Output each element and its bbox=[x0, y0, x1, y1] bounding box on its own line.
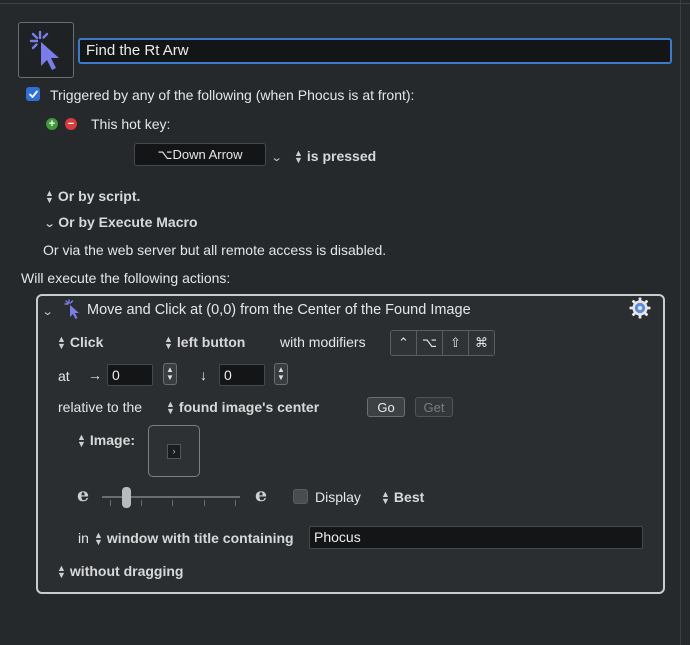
or-by-execute-macro-label: Or by Execute Macro bbox=[58, 214, 198, 230]
right-arrow-icon: → bbox=[88, 367, 102, 383]
hotkey-condition-label: is pressed bbox=[306, 148, 377, 164]
modifier-shift-button[interactable]: ⇧ bbox=[443, 331, 469, 355]
image-label: Image: bbox=[89, 432, 136, 448]
best-label: Best bbox=[393, 489, 425, 505]
image-well[interactable]: › bbox=[148, 425, 200, 477]
relative-to-value: found image's center bbox=[178, 399, 320, 415]
web-server-note: Or via the web server but all remote acc… bbox=[43, 242, 387, 258]
fuzz-slider-thumb[interactable] bbox=[122, 487, 131, 508]
trigger-checkbox[interactable] bbox=[26, 87, 40, 101]
relative-to-popup[interactable]: ▲ ▼ found image's center bbox=[166, 399, 320, 417]
with-modifiers-label: with modifiers bbox=[280, 334, 366, 350]
hotkey-label: This hot key: bbox=[91, 116, 171, 132]
get-button[interactable]: Get bbox=[415, 397, 453, 417]
up-down-arrows-icon: ▲ ▼ bbox=[164, 334, 173, 352]
up-down-arrows-icon: ▲ ▼ bbox=[381, 489, 390, 507]
checkmark-icon bbox=[28, 90, 38, 98]
chevron-down-icon[interactable]: ⌄ bbox=[271, 148, 283, 164]
click-type-label: Click bbox=[69, 334, 104, 350]
or-by-script-disclosure[interactable]: ▲ ▼ Or by script. bbox=[45, 188, 141, 206]
modifier-option-button[interactable]: ⌥ bbox=[417, 331, 443, 355]
trigger-label: Triggered by any of the following (when … bbox=[50, 87, 415, 103]
slider-tick bbox=[204, 500, 205, 506]
fuzz-high-icon: e bbox=[255, 484, 268, 506]
mouse-button-label: left button bbox=[176, 334, 246, 350]
slider-tick bbox=[110, 500, 111, 506]
or-by-execute-macro-disclosure[interactable]: ⌄ Or by Execute Macro bbox=[43, 214, 198, 230]
up-down-arrows-icon: ▲ ▼ bbox=[294, 148, 303, 166]
add-trigger-icon[interactable]: + bbox=[46, 118, 58, 130]
image-source-popup[interactable]: ▲ ▼ Image: bbox=[77, 432, 136, 450]
y-offset-field[interactable]: 0 bbox=[219, 364, 265, 386]
up-down-arrows-icon: ▲ ▼ bbox=[57, 334, 66, 352]
chevron-down-icon: ⌄ bbox=[43, 218, 56, 230]
or-by-script-label: Or by script. bbox=[57, 188, 141, 204]
click-type-popup[interactable]: ▲ ▼ Click bbox=[57, 334, 104, 352]
drag-option-label: without dragging bbox=[69, 563, 184, 579]
top-divider bbox=[0, 3, 690, 4]
up-down-arrows-icon: ▲ ▼ bbox=[94, 530, 103, 548]
gear-icon[interactable] bbox=[629, 297, 651, 319]
window-condition-label: window with title containing bbox=[106, 530, 294, 546]
macro-name-field[interactable]: Find the Rt Arw bbox=[78, 38, 672, 64]
action-collapse-chevron[interactable]: ⌄ bbox=[42, 302, 54, 318]
in-label: in bbox=[78, 530, 89, 546]
down-arrow-icon: ↓ bbox=[200, 367, 207, 383]
macro-icon-well[interactable] bbox=[18, 22, 74, 78]
relative-to-label: relative to the bbox=[58, 399, 143, 415]
action-cursor-icon bbox=[64, 299, 79, 319]
slider-tick bbox=[141, 500, 142, 506]
at-label: at bbox=[58, 368, 70, 384]
right-divider bbox=[680, 0, 681, 645]
window-condition-popup[interactable]: ▲ ▼ window with title containing bbox=[94, 530, 294, 548]
x-offset-stepper[interactable]: ▲ ▼ bbox=[163, 363, 177, 385]
slider-tick bbox=[172, 500, 173, 506]
slider-tick bbox=[235, 500, 236, 506]
hotkey-condition-popup[interactable]: ▲ ▼ is pressed bbox=[294, 148, 377, 166]
display-checkbox[interactable] bbox=[293, 489, 308, 504]
up-down-arrows-icon: ▲ ▼ bbox=[45, 188, 54, 206]
drag-option-popup[interactable]: ▲ ▼ without dragging bbox=[57, 563, 184, 581]
actions-header: Will execute the following actions: bbox=[21, 270, 231, 286]
modifier-command-button[interactable]: ⌘ bbox=[469, 331, 494, 355]
up-down-arrows-icon: ▲ ▼ bbox=[57, 563, 66, 581]
x-offset-field[interactable]: 0 bbox=[107, 364, 153, 386]
mouse-button-popup[interactable]: ▲ ▼ left button bbox=[164, 334, 246, 352]
hotkey-field[interactable]: ⌥Down Arrow bbox=[134, 143, 266, 166]
up-down-arrows-icon: ▲ ▼ bbox=[77, 432, 86, 450]
cursor-click-icon bbox=[29, 30, 59, 70]
remove-trigger-icon[interactable]: − bbox=[65, 118, 77, 130]
y-offset-stepper[interactable]: ▲ ▼ bbox=[274, 363, 288, 385]
best-popup[interactable]: ▲ ▼ Best bbox=[381, 489, 425, 507]
window-title-field[interactable]: Phocus bbox=[309, 526, 643, 549]
action-title: Move and Click at (0,0) from the Center … bbox=[87, 302, 471, 318]
display-label: Display bbox=[315, 489, 361, 505]
up-down-arrows-icon: ▲ ▼ bbox=[166, 399, 175, 417]
go-button[interactable]: Go bbox=[367, 397, 405, 417]
modifier-keys-group: ⌃ ⌥ ⇧ ⌘ bbox=[390, 330, 495, 356]
modifier-control-button[interactable]: ⌃ bbox=[391, 331, 417, 355]
found-image-thumbnail: › bbox=[167, 443, 181, 459]
fuzz-low-icon: e bbox=[77, 484, 90, 506]
